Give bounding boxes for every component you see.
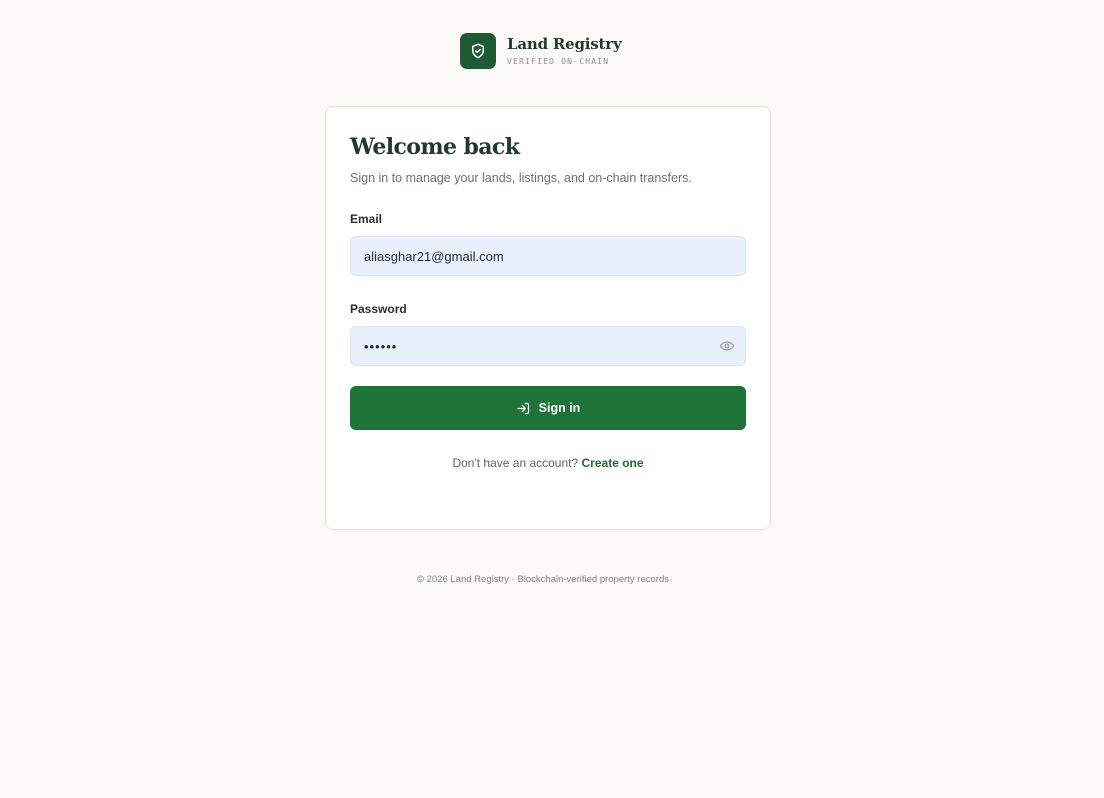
brand-header: Land Registry VERIFIED ON-CHAIN (460, 33, 622, 69)
email-label: Email (350, 212, 383, 226)
brand-title: Land Registry (507, 34, 622, 53)
login-card: Welcome back Sign in to manage your land… (325, 106, 771, 530)
signup-prompt: Don't have an account? Create one (350, 456, 746, 470)
footer-text: © 2026 Land Registry · Blockchain-verifi… (416, 574, 669, 585)
login-page: Land Registry VERIFIED ON-CHAIN Welcome … (0, 0, 1104, 798)
create-account-link[interactable]: Create one (582, 456, 644, 470)
page-title: Welcome back (350, 134, 520, 160)
brand-logo (460, 33, 496, 69)
signup-prompt-text: Don't have an account? (452, 456, 579, 470)
password-field[interactable] (350, 326, 746, 366)
brand-subtitle: VERIFIED ON-CHAIN (507, 56, 610, 66)
sign-in-button[interactable]: Sign in (350, 386, 746, 430)
login-subtitle: Sign in to manage your lands, listings, … (350, 171, 692, 185)
sign-in-label: Sign in (538, 401, 581, 415)
email-field[interactable] (350, 236, 746, 276)
email-field-wrap (350, 236, 746, 276)
brand-text: Land Registry VERIFIED ON-CHAIN (507, 34, 622, 66)
shield-check-icon (472, 43, 484, 59)
password-label: Password (350, 302, 407, 316)
password-field-wrap (350, 326, 746, 366)
eye-icon (719, 341, 735, 351)
sign-in-arrow-icon (516, 402, 529, 414)
show-password-toggle[interactable] (718, 337, 736, 355)
